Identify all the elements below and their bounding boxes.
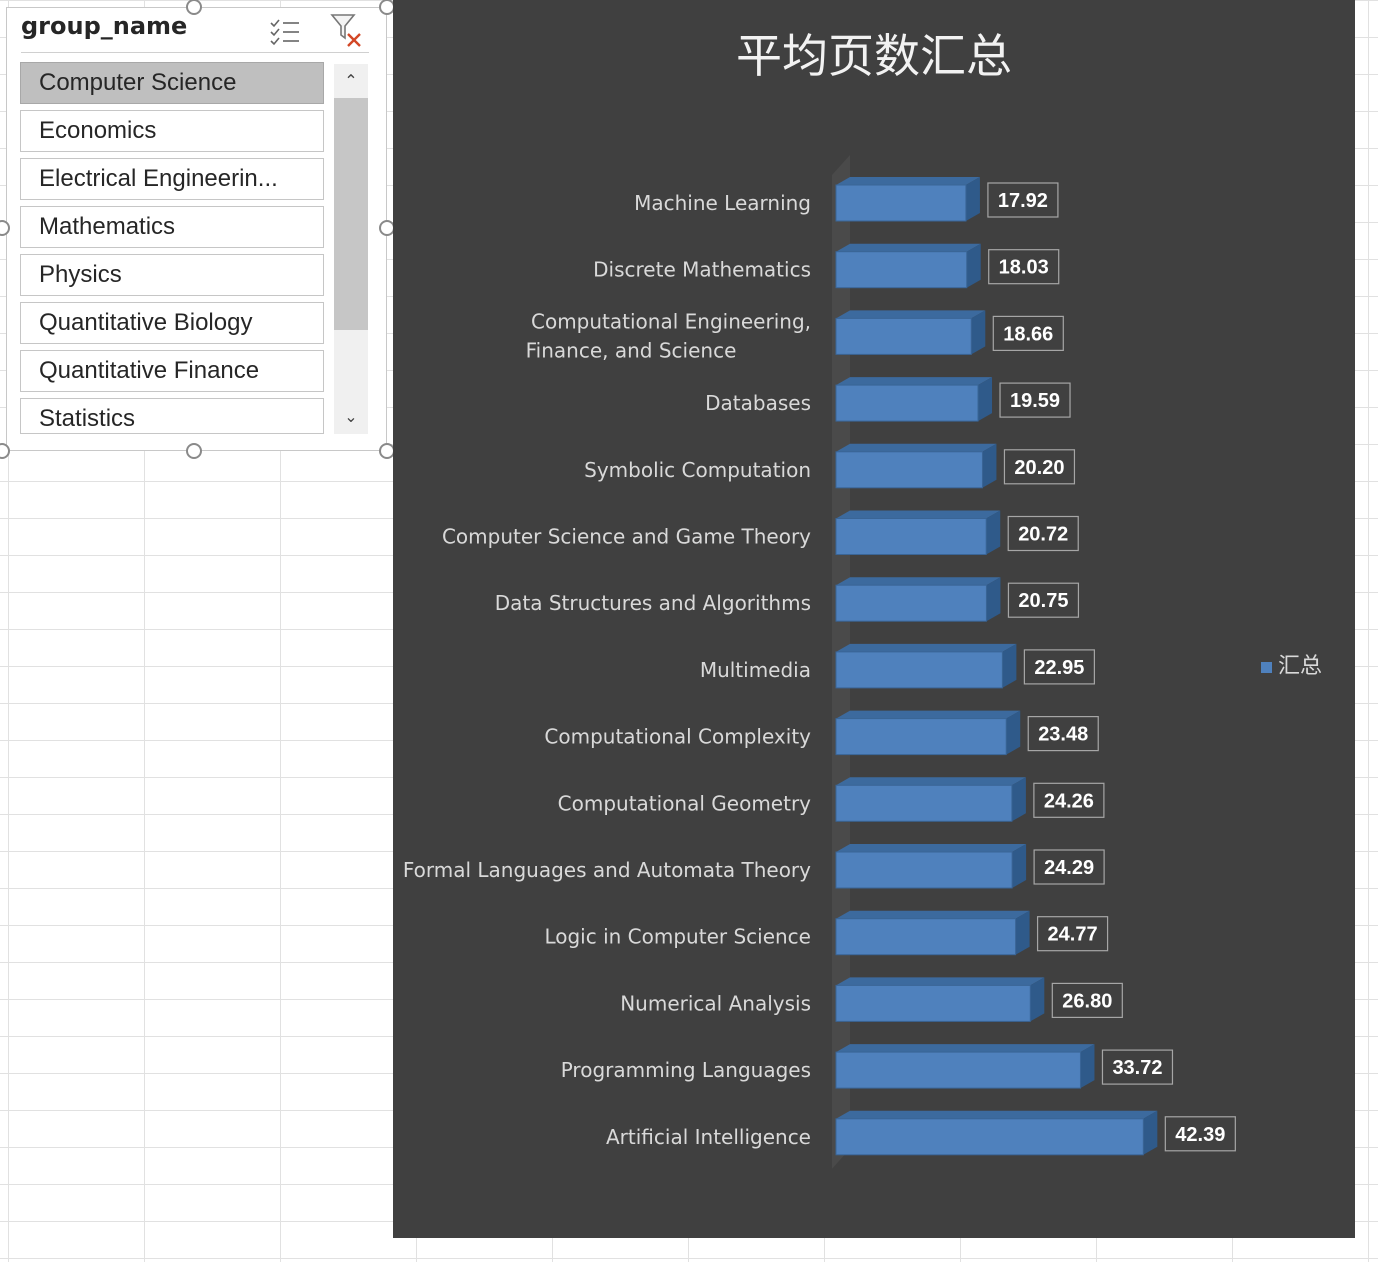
scrollbar-thumb[interactable] xyxy=(334,98,368,330)
slicer-title: group_name xyxy=(21,12,188,40)
clear-filter-icon[interactable] xyxy=(329,12,365,48)
resize-handle-bottom-left[interactable] xyxy=(0,443,10,459)
chevron-down-icon[interactable]: ⌄ xyxy=(334,402,368,432)
bar xyxy=(835,1051,1081,1089)
bar xyxy=(835,251,968,289)
data-label: 22.95 xyxy=(1034,657,1084,679)
slicer-item-statistics[interactable]: Statistics xyxy=(20,398,324,434)
data-label: 33.72 xyxy=(1112,1057,1162,1079)
category-label: Data Structures and Algorithms xyxy=(495,591,811,615)
data-label: 24.26 xyxy=(1044,790,1094,812)
bar-top-face xyxy=(836,177,980,185)
category-label: Formal Languages and Automata Theory xyxy=(403,858,811,882)
slicer-panel[interactable]: group_name Computer Science Economics El… xyxy=(6,7,387,451)
slicer-item-quantitative-finance[interactable]: Quantitative Finance xyxy=(20,350,324,392)
legend-swatch xyxy=(1261,661,1272,673)
bar xyxy=(835,984,1031,1022)
legend[interactable]: 汇总 xyxy=(1261,648,1322,680)
bar xyxy=(835,918,1017,956)
bar xyxy=(835,784,1013,822)
category-label: Computational Complexity xyxy=(544,725,811,749)
bar-top-face xyxy=(836,643,1017,652)
category-label: Computer Science and Game Theory xyxy=(442,525,811,549)
data-label: 24.77 xyxy=(1048,924,1098,946)
data-label: 19.59 xyxy=(1010,390,1060,412)
bar-top-face xyxy=(836,510,1001,519)
slicer-divider xyxy=(21,52,369,53)
data-label: 26.80 xyxy=(1062,990,1112,1012)
category-label: Discrete Mathematics xyxy=(593,258,811,282)
data-label: 23.48 xyxy=(1038,724,1088,746)
bar-top-face xyxy=(836,310,986,319)
bar-top-face xyxy=(836,377,993,386)
legend-label: 汇总 xyxy=(1278,654,1323,679)
bar xyxy=(835,317,972,355)
bar xyxy=(835,718,1007,756)
data-label: 17.92 xyxy=(998,190,1048,212)
slicer-item-mathematics[interactable]: Mathematics xyxy=(20,206,324,248)
category-label: Computational Geometry xyxy=(558,791,812,815)
category-label: Databases xyxy=(705,391,811,415)
slicer-item-electrical-engineering[interactable]: Electrical Engineerin... xyxy=(20,158,324,200)
data-label: 18.03 xyxy=(999,257,1049,279)
bar-top-face xyxy=(836,443,997,452)
category-label: Numerical Analysis xyxy=(620,991,811,1015)
bar xyxy=(835,584,987,622)
bar xyxy=(835,518,987,555)
bar xyxy=(835,1118,1144,1156)
chevron-up-icon[interactable]: ⌃ xyxy=(334,66,368,96)
data-label: 20.20 xyxy=(1014,457,1064,479)
bar xyxy=(835,851,1013,889)
category-label: Machine Learning xyxy=(634,191,811,215)
bar-chart: Machine Learning 17.92 Discrete Mathematic… xyxy=(403,155,1236,1169)
slicer-item-quantitative-biology[interactable]: Quantitative Biology xyxy=(20,302,324,344)
bar xyxy=(835,384,979,422)
slicer-item-computer-science[interactable]: Computer Science xyxy=(20,62,324,104)
bar-top-face xyxy=(836,1110,1158,1119)
bar-top-face xyxy=(836,710,1021,719)
bar-top-face xyxy=(836,243,981,252)
category-label: Logic in Computer Science xyxy=(544,925,811,949)
category-label: Artificial Intelligence xyxy=(606,1125,811,1149)
bar xyxy=(835,451,983,489)
bar-top-face xyxy=(836,777,1026,786)
slicer-item-economics[interactable]: Economics xyxy=(20,110,324,152)
category-label: Computational Engineering, Finance, and S… xyxy=(526,309,811,362)
bar-top-face xyxy=(836,910,1030,919)
resize-handle-bottom[interactable] xyxy=(186,443,202,459)
data-label: 20.72 xyxy=(1018,524,1068,546)
data-label: 42.39 xyxy=(1175,1124,1225,1146)
bar-top-face xyxy=(836,577,1001,586)
bar xyxy=(835,184,967,222)
data-label: 18.66 xyxy=(1003,323,1053,345)
multi-select-icon[interactable] xyxy=(269,18,303,46)
category-label: Programming Languages xyxy=(561,1058,811,1082)
bar-top-face xyxy=(836,844,1027,852)
category-label: Multimedia xyxy=(700,658,811,682)
category-label: Symbolic Computation xyxy=(584,458,811,482)
bar-top-face xyxy=(836,977,1045,986)
data-label: 24.29 xyxy=(1044,857,1094,879)
bar-top-face xyxy=(836,1044,1095,1053)
slicer-item-physics[interactable]: Physics xyxy=(20,254,324,296)
chart-area[interactable]: 平均页数汇总 Machine Learning 17.92 Discrete Mat… xyxy=(393,0,1355,1238)
bar xyxy=(835,651,1003,689)
data-label: 20.75 xyxy=(1018,590,1068,612)
